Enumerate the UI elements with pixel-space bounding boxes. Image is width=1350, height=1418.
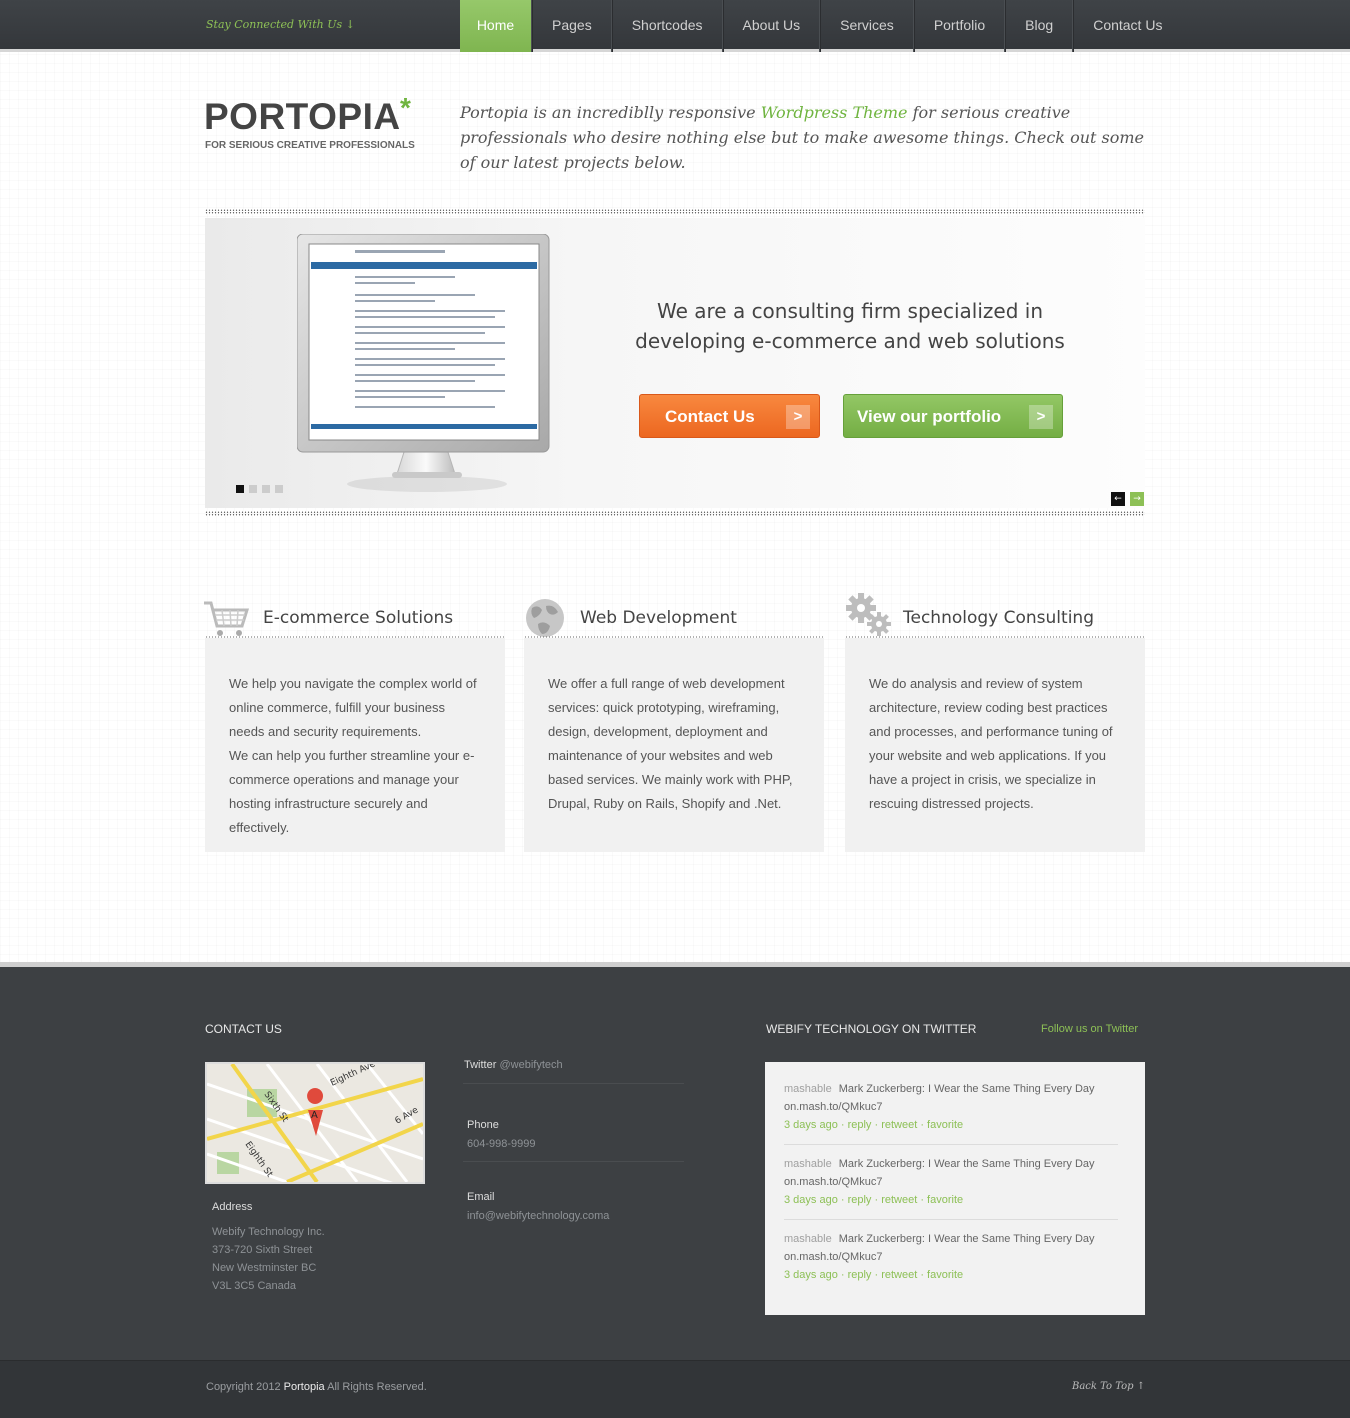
divider: [463, 1161, 684, 1162]
phone-label: Phone: [467, 1119, 499, 1131]
view-portfolio-button[interactable]: View our portfolio >: [843, 394, 1063, 438]
site-tagline: FOR SERIOUS CREATIVE PROFESSIONALS: [205, 140, 415, 151]
service-title: E-commerce Solutions: [263, 608, 454, 628]
twitter-feed: mashable Mark Zuckerberg: I Wear the Sam…: [765, 1062, 1145, 1315]
tweet: mashable Mark Zuckerberg: I Wear the Sam…: [784, 1080, 1118, 1145]
nav-services[interactable]: Services: [820, 0, 914, 52]
address-line: Webify Technology Inc.: [212, 1226, 325, 1238]
service-ecommerce: E-commerce Solutions We help you navigat…: [204, 592, 505, 852]
main-menu: Home Pages Shortcodes About Us Services …: [460, 0, 1181, 52]
twitter-handle-link[interactable]: @webifytech: [499, 1059, 562, 1071]
service-description: We offer a full range of web development…: [524, 638, 824, 852]
service-technology-consulting: Technology Consulting We do analysis and…: [845, 592, 1145, 852]
slide-dot[interactable]: [236, 485, 244, 493]
nav-contact-us[interactable]: Contact Us: [1073, 0, 1181, 52]
slide-heading: We are a consulting firm specialized in …: [635, 299, 1065, 353]
twitter-heading: WEBIFY TECHNOLOGY ON TWITTER: [766, 1022, 977, 1036]
nav-blog[interactable]: Blog: [1005, 0, 1074, 52]
slider-top-border: [205, 209, 1145, 214]
contact-heading: CONTACT US: [205, 1022, 282, 1036]
slide-pager: [236, 485, 283, 493]
nav-pages[interactable]: Pages: [532, 0, 612, 52]
copyright-brand-link[interactable]: Portopia: [284, 1381, 325, 1393]
copyright-after: All Rights Reserved.: [324, 1381, 427, 1393]
copyright-bar: Copyright 2012 Portopia All Rights Reser…: [0, 1360, 1350, 1418]
service-text: We help you navigate the complex world o…: [229, 676, 477, 739]
arrow-down-icon: ↓: [345, 18, 355, 31]
slider-next-button[interactable]: →: [1130, 492, 1144, 506]
chevron-right-icon: >: [1029, 405, 1053, 429]
location-map[interactable]: Sixth St Eighth Ave Eighth St 6 Ave A: [205, 1062, 425, 1184]
tweet: mashable Mark Zuckerberg: I Wear the Sam…: [784, 1155, 1118, 1220]
address-label: Address: [212, 1201, 253, 1213]
gears-icon: [846, 593, 891, 636]
twitter-row: Twitter @webifytech: [464, 1059, 563, 1071]
nav-portfolio[interactable]: Portfolio: [913, 0, 1006, 52]
service-description: We help you navigate the complex world o…: [205, 638, 505, 852]
service-title: Web Development: [580, 608, 737, 628]
stay-connected-link[interactable]: Stay Connected With Us ↓: [206, 18, 355, 31]
slider-bottom-border: [205, 511, 1145, 516]
divider: [845, 636, 1145, 638]
address-line: V3L 3C5 Canada: [212, 1280, 296, 1292]
service-title: Technology Consulting: [903, 608, 1094, 628]
phone-value: 604-998-9999: [467, 1138, 536, 1150]
view-portfolio-button-label: View our portfolio: [857, 407, 1002, 426]
map-marker-label: A: [311, 1110, 318, 1121]
chevron-right-icon: >: [786, 405, 810, 429]
twitter-label: Twitter: [464, 1059, 497, 1071]
contact-us-button[interactable]: Contact Us >: [639, 394, 820, 438]
arrow-up-icon: ↑: [1136, 1381, 1146, 1392]
tweet-user[interactable]: mashable: [784, 1083, 832, 1095]
service-text: We offer a full range of web development…: [548, 676, 793, 811]
email-label: Email: [467, 1191, 495, 1203]
service-description: We do analysis and review of system arch…: [845, 638, 1145, 852]
intro-before: Portopia is an incrediblly responsive: [460, 103, 761, 122]
footer: CONTACT US WEBIFY TECHNOLOGY ON TWITTER …: [0, 962, 1350, 1360]
globe-icon: [526, 599, 564, 637]
copyright-before: Copyright 2012: [206, 1381, 284, 1393]
slide-dot[interactable]: [262, 485, 270, 493]
divider: [205, 636, 505, 638]
address-line: 373-720 Sixth Street: [212, 1244, 313, 1256]
tweet-actions[interactable]: 3 days ago · reply · retweet · favorite: [784, 1116, 1118, 1134]
nav-shortcodes[interactable]: Shortcodes: [611, 0, 723, 52]
email-link[interactable]: info@webifytechnology.coma: [467, 1207, 609, 1225]
hero-slider: We are a consulting firm specialized in …: [205, 218, 1145, 508]
wordpress-theme-link[interactable]: Wordpress Theme: [761, 103, 908, 122]
slide-dot[interactable]: [275, 485, 283, 493]
service-text: We do analysis and review of system arch…: [869, 676, 1113, 811]
nav-home[interactable]: Home: [460, 0, 532, 52]
stay-connected-label: Stay Connected With Us: [206, 18, 343, 31]
tweet-user[interactable]: mashable: [784, 1233, 832, 1245]
divider: [463, 1083, 684, 1084]
slide-dot[interactable]: [249, 485, 257, 493]
slider-prev-button[interactable]: ←: [1111, 492, 1125, 506]
copyright-text: Copyright 2012 Portopia All Rights Reser…: [206, 1381, 427, 1393]
back-to-top-label: Back To Top: [1072, 1381, 1134, 1392]
follow-twitter-link[interactable]: Follow us on Twitter: [1041, 1023, 1138, 1035]
tweet-actions[interactable]: 3 days ago · reply · retweet · favorite: [784, 1266, 1118, 1284]
logo-text: PORTOPIA: [204, 96, 401, 137]
back-to-top-link[interactable]: Back To Top ↑: [1072, 1381, 1145, 1392]
top-navigation-bar: Stay Connected With Us ↓ Home Pages Shor…: [0, 0, 1350, 52]
divider: [524, 636, 824, 638]
address-block: Webify Technology Inc. 373-720 Sixth Str…: [212, 1223, 325, 1295]
intro-text: Portopia is an incrediblly responsive Wo…: [460, 100, 1150, 175]
logo-star-icon: *: [400, 92, 412, 123]
tweet-actions[interactable]: 3 days ago · reply · retweet · favorite: [784, 1191, 1118, 1209]
address-line: New Westminster BC: [212, 1262, 317, 1274]
contact-us-button-label: Contact Us: [665, 407, 755, 426]
service-text: We can help you further streamline your …: [229, 748, 475, 835]
nav-about-us[interactable]: About Us: [722, 0, 821, 52]
tweet-user[interactable]: mashable: [784, 1158, 832, 1170]
tweet: mashable Mark Zuckerberg: I Wear the Sam…: [784, 1230, 1118, 1294]
monitor-image: [297, 234, 550, 492]
service-web-development: Web Development We offer a full range of…: [524, 592, 824, 852]
site-logo[interactable]: PORTOPIA *: [204, 92, 411, 138]
cart-icon: [204, 601, 250, 636]
